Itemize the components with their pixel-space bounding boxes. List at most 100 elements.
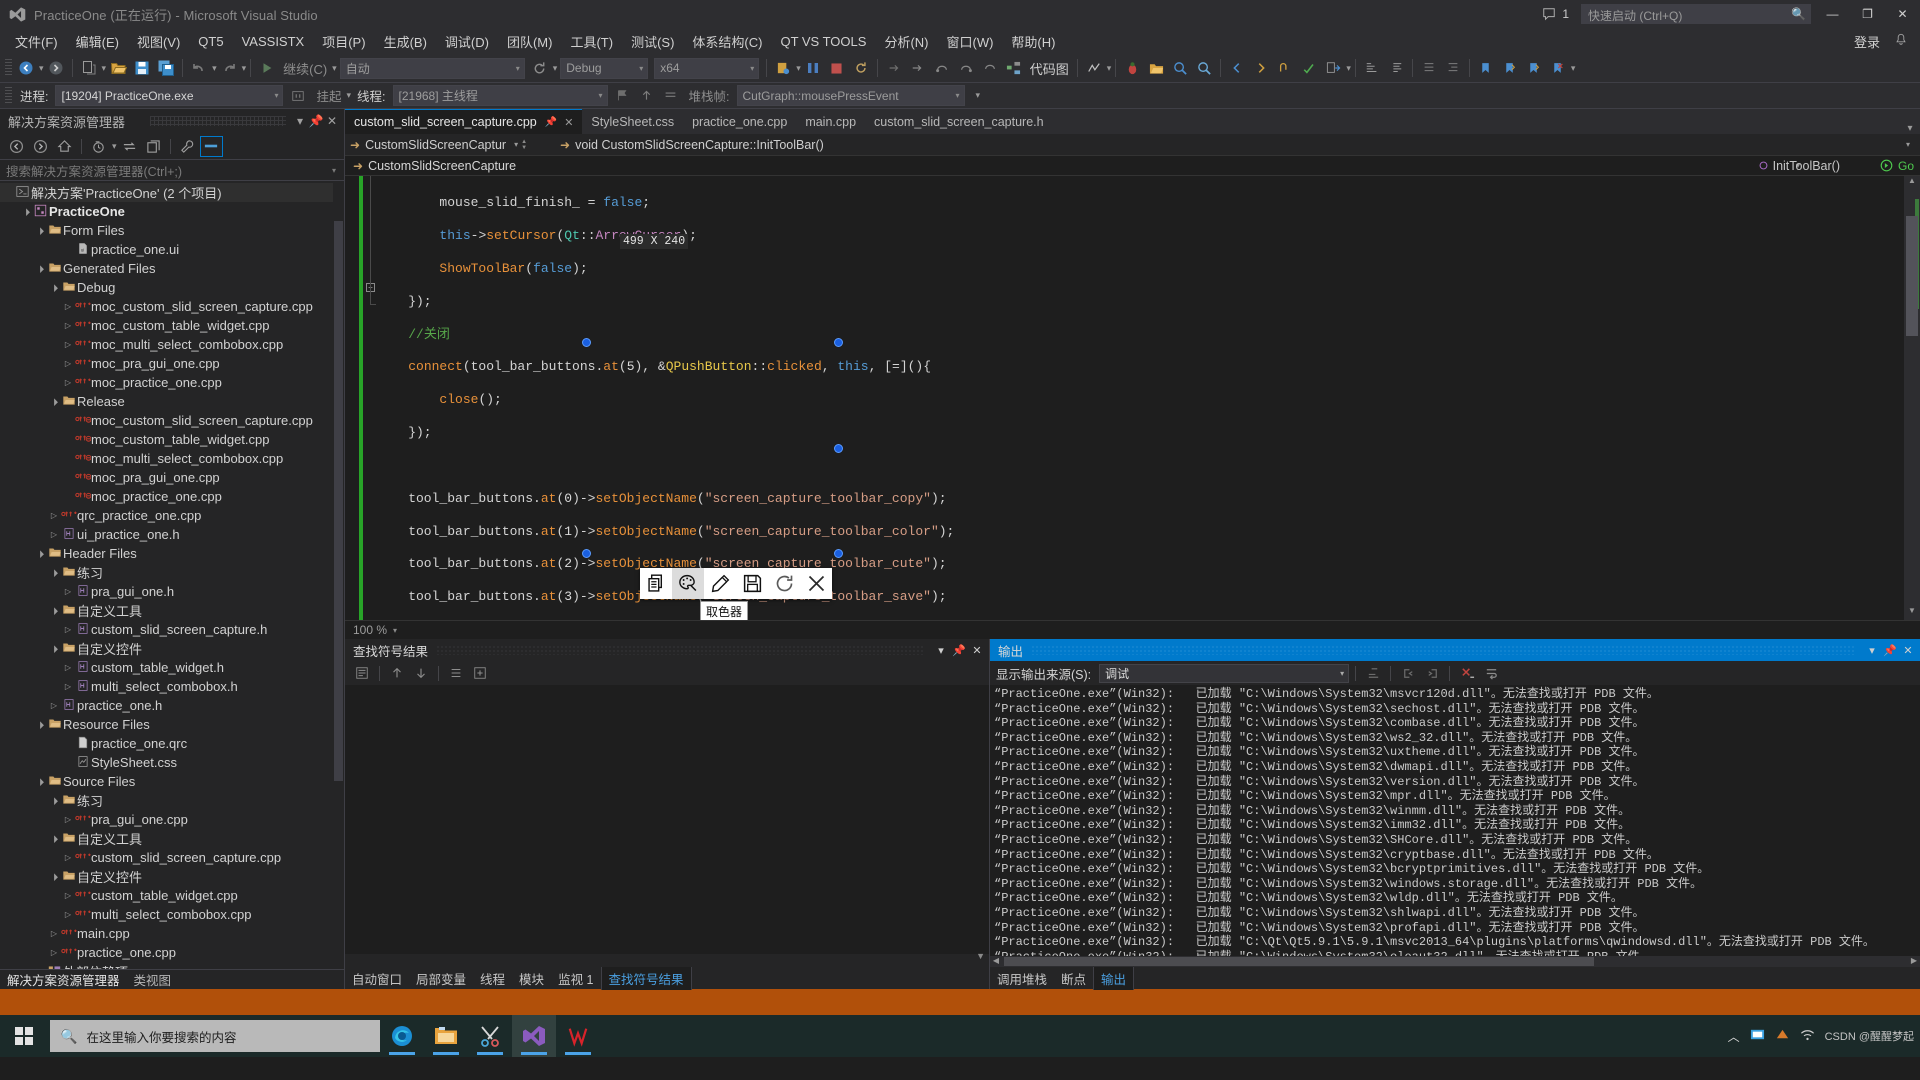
navigate-backward-button[interactable] (14, 56, 38, 80)
scroll-down-arrow-icon[interactable]: ▼ (1904, 606, 1920, 620)
continue-dropdown-icon[interactable]: ▾ (332, 63, 337, 74)
tab-autos[interactable]: 自动窗口 (345, 967, 409, 990)
output-clear-all-icon[interactable] (1456, 663, 1478, 683)
output-drag-dots[interactable] (1031, 645, 1855, 655)
tree-item[interactable]: moc_custom_slid_screen_capture.cpp (0, 411, 344, 430)
home-button[interactable] (53, 136, 76, 157)
menu-vassistx[interactable]: VASSISTX (233, 31, 314, 52)
tree-item[interactable]: ▷ 外部依赖项 (0, 962, 344, 969)
expand-arrow-icon[interactable]: ◢ (33, 261, 47, 275)
taskbar-search-input[interactable]: 🔍 在这里输入你要搜索的内容 (50, 1020, 380, 1052)
find-symbol-chevron-icon[interactable]: ▾ (932, 644, 950, 657)
back-button[interactable] (5, 136, 28, 157)
expand-arrow-icon[interactable]: ◢ (33, 717, 47, 731)
tree-item[interactable]: ▷ custom_table_widget.cpp (0, 886, 344, 905)
sign-in-link[interactable]: 登录 (1854, 32, 1880, 51)
zoom-out-icon[interactable] (1192, 56, 1216, 80)
tab-class-view[interactable]: 类视图 (127, 968, 179, 991)
solution-tree-scroll-thumb[interactable] (334, 221, 343, 781)
tree-item[interactable]: ▷ custom_slid_screen_capture.h (0, 620, 344, 639)
output-close-icon[interactable]: ✕ (1899, 644, 1917, 657)
menu-qt5[interactable]: QT5 (189, 31, 232, 52)
expand-arrow-icon[interactable]: ◢ (47, 869, 61, 883)
expand-arrow-icon[interactable]: ◢ (47, 280, 61, 294)
collapse-all-button[interactable] (199, 135, 223, 157)
tree-item[interactable]: moc_practice_one.cpp (0, 487, 344, 506)
find-prev-icon[interactable] (1225, 56, 1249, 80)
code-map-label[interactable]: 代码图 (1026, 59, 1073, 78)
bug-icon[interactable] (1120, 56, 1144, 80)
editor-vertical-scrollbar[interactable]: ▲ ▼ (1904, 176, 1920, 620)
debug-toolbar-grip[interactable] (5, 86, 12, 105)
capture-handle-top[interactable] (582, 338, 591, 347)
find-symbol-list-icon[interactable] (351, 663, 373, 683)
tree-item[interactable]: ◢ Release (0, 392, 344, 411)
capture-floating-toolbar[interactable] (640, 568, 832, 599)
output-scroll-right-icon[interactable]: ▶ (1908, 956, 1920, 967)
tree-item[interactable]: ◢ 练习 (0, 563, 344, 582)
tab-custom-slid-screen-capture-h[interactable]: custom_slid_screen_capture.h (865, 109, 1053, 134)
tab-threads[interactable]: 线程 (473, 967, 512, 990)
output-chevron-icon[interactable]: ▾ (1863, 644, 1881, 657)
collapse-arrow-icon[interactable]: ▷ (62, 910, 74, 919)
find-symbol-results-list[interactable] (345, 685, 989, 954)
tab-close-icon[interactable]: ✕ (564, 116, 573, 129)
taskbar-app-wps[interactable] (556, 1015, 600, 1057)
tree-item[interactable]: ▷ qrc_practice_one.cpp (0, 506, 344, 525)
panel-close-icon[interactable]: ✕ (324, 114, 340, 128)
output-pin-icon[interactable]: 📌 (1881, 644, 1899, 657)
find-symbol-drag-dots[interactable] (436, 645, 924, 655)
tree-item[interactable]: ▷ practice_one.h (0, 696, 344, 715)
breadcrumb-member[interactable]: InitToolBar() (1758, 159, 1840, 173)
indent-icon[interactable] (1417, 56, 1441, 80)
debug-config-combo[interactable]: 自动 (339, 57, 525, 79)
step-into-icon[interactable] (906, 56, 930, 80)
editor-zoom-level[interactable]: 100 % (345, 623, 387, 637)
call-stack-up-icon[interactable] (635, 84, 659, 108)
code-text[interactable]: mouse_slid_finish_ = false; this->setCur… (377, 176, 1904, 620)
expand-arrow-icon[interactable]: ◢ (33, 223, 47, 237)
tab-overflow-chevron-icon[interactable]: ▾ (1900, 123, 1920, 134)
find-symbol-next-icon[interactable] (410, 663, 432, 683)
menu-view[interactable]: 视图(V) (128, 29, 189, 54)
taskbar-app-snipping-tool[interactable] (468, 1015, 512, 1057)
tab-output[interactable]: 输出 (1093, 966, 1135, 990)
collapse-arrow-icon[interactable]: ▷ (48, 530, 60, 539)
tree-item[interactable]: ▷ ui_practice_one.h (0, 525, 344, 544)
toggle-bookmark-icon[interactable] (1474, 56, 1498, 80)
open-file-button[interactable] (106, 56, 130, 80)
collapse-arrow-icon[interactable]: ▷ (62, 815, 74, 824)
collapse-arrow-icon[interactable]: ▷ (62, 340, 74, 349)
tree-item[interactable]: ▷ moc_custom_slid_screen_capture.cpp (0, 297, 344, 316)
expand-arrow-icon[interactable]: ◢ (47, 565, 61, 579)
properties-wrench-icon[interactable] (176, 136, 199, 157)
expand-arrow-icon[interactable]: ◢ (47, 793, 61, 807)
collapse-arrow-icon[interactable]: ▷ (62, 587, 74, 596)
tree-item[interactable]: ▷ pra_gui_one.cpp (0, 810, 344, 829)
menu-analyze[interactable]: 分析(N) (875, 29, 937, 54)
tree-item[interactable]: ▷ pra_gui_one.h (0, 582, 344, 601)
tree-item[interactable]: ◢ PracticeOne (0, 202, 344, 221)
tree-item[interactable]: ▷ moc_practice_one.cpp (0, 373, 344, 392)
stack-frame-extra-dropdown-icon[interactable]: ▾ (976, 90, 981, 101)
menu-window[interactable]: 窗口(W) (937, 29, 1002, 54)
collapse-arrow-icon[interactable]: ▷ (62, 853, 74, 862)
output-toggle-word-wrap-icon[interactable] (1480, 663, 1502, 683)
collapse-arrow-icon[interactable]: ▷ (34, 967, 46, 969)
tree-item[interactable]: ▷ custom_slid_screen_capture.cpp (0, 848, 344, 867)
output-horizontal-scrollbar[interactable]: ◀ ▶ (990, 956, 1920, 967)
tree-item[interactable]: StyleSheet.css (0, 753, 344, 772)
capture-handle-right[interactable] (834, 444, 843, 453)
find-symbol-expand-icon[interactable] (469, 663, 491, 683)
refactor-dropdown-icon[interactable]: ▾ (1346, 63, 1351, 74)
pin-icon[interactable]: 📌 (308, 114, 324, 128)
maximize-button[interactable]: ❐ (1850, 0, 1885, 28)
goto-icon[interactable] (1273, 56, 1297, 80)
start-button-icon[interactable] (0, 1015, 48, 1057)
menu-qt-vs-tools[interactable]: QT VS TOOLS (771, 31, 875, 52)
tray-network-icon[interactable] (1800, 1028, 1815, 1045)
tree-item[interactable]: ▷ moc_multi_select_combobox.cpp (0, 335, 344, 354)
thread-combo[interactable]: [21968] 主线程 (392, 85, 608, 106)
panel-drag-dots[interactable] (150, 116, 286, 126)
zoom-in-icon[interactable] (1168, 56, 1192, 80)
